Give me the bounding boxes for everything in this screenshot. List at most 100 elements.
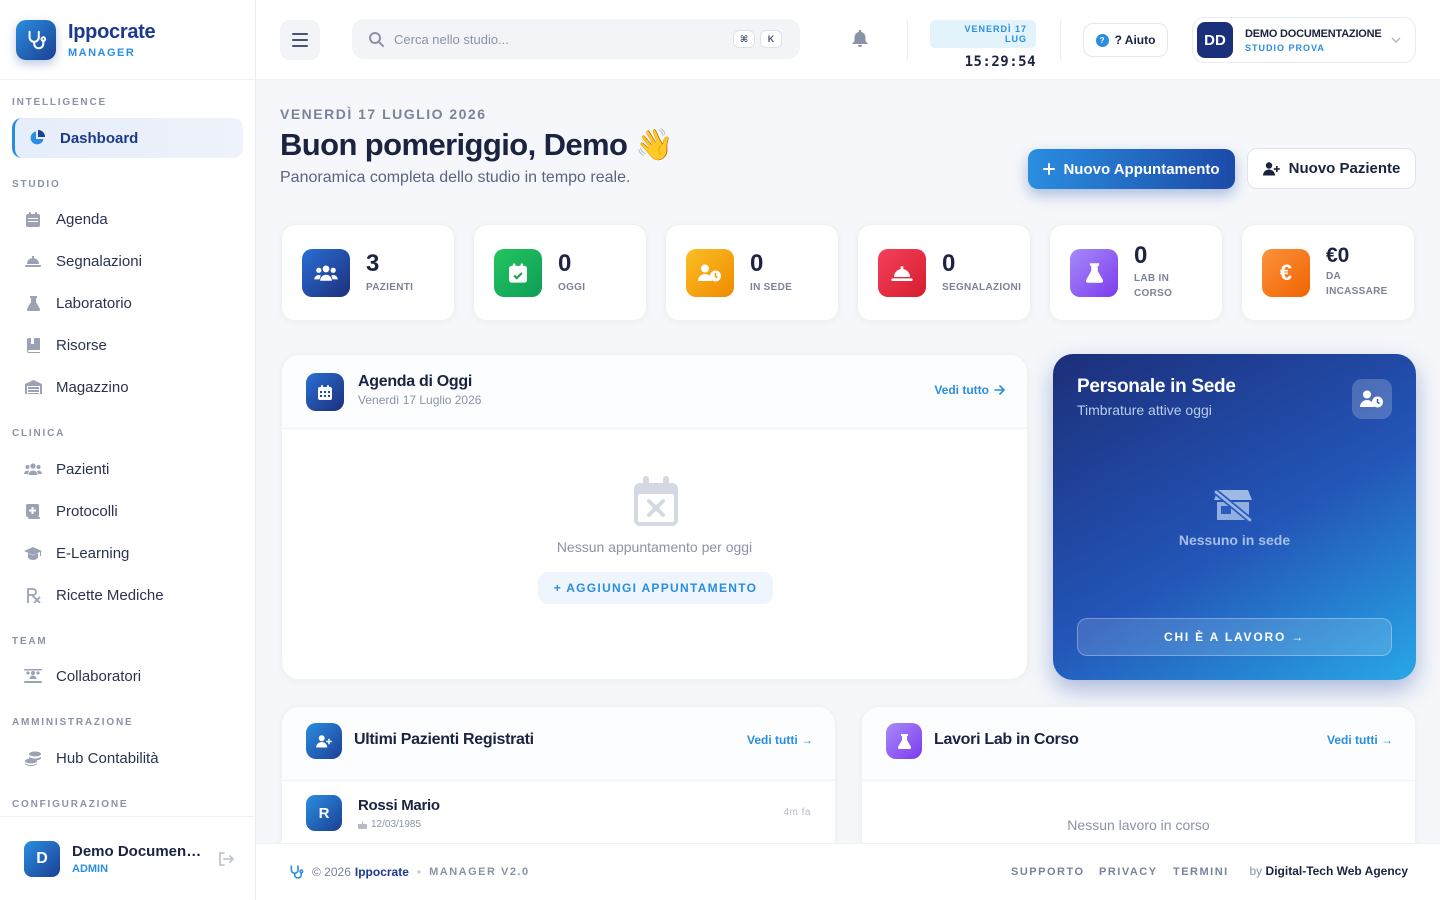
sidebar-item-label: Segnalazioni [56, 252, 142, 270]
staff-title: Personale in Sede [1077, 376, 1236, 397]
menu-button[interactable] [280, 20, 320, 60]
stat-value: 0 [1134, 242, 1148, 269]
notes-medical-icon [24, 502, 42, 520]
sidebar-item-label: Collaboratori [56, 667, 142, 685]
user-plus-icon [306, 723, 342, 759]
chevron-down-icon [1391, 37, 1401, 43]
chart-pie-icon [28, 129, 46, 147]
footer-version: MANAGER V2.0 [429, 866, 530, 878]
footer-agency[interactable]: Digital-Tech Web Agency [1266, 864, 1408, 878]
help-button[interactable]: ? ? Aiuto [1083, 23, 1168, 57]
stat-label: SEGNALAZIONI [942, 282, 1022, 293]
sidebar-item-hub-contabilita[interactable]: Hub Contabilità [12, 738, 243, 778]
stat-card-oggi[interactable]: 0 OGGI [473, 224, 647, 321]
greeting-date: VENERDÌ 17 LUGLIO 2026 [280, 106, 487, 122]
patients-view-all-link[interactable]: Vedi tutti → [747, 733, 813, 747]
arrow-right-icon [994, 385, 1005, 395]
prescription-icon [24, 586, 42, 604]
sidebar-item-label: Pazienti [56, 460, 110, 478]
flask-icon [1070, 249, 1118, 297]
stat-card-da-incassare[interactable]: € €0 DA INCASSARE [1241, 224, 1415, 321]
sidebar-item-collaboratori[interactable]: Collaboratori [12, 656, 243, 696]
staff-subtitle: Timbrature attive oggi [1077, 402, 1212, 418]
sidebar-user[interactable]: D Demo Documentazione ADMIN [0, 816, 256, 900]
users-rectangle-icon [24, 667, 42, 685]
avatar: D [24, 840, 60, 877]
sidebar-item-label: Dashboard [60, 129, 139, 147]
brand-name: Ippocrate [68, 20, 156, 43]
user-role: ADMIN [72, 862, 109, 875]
question-icon: ? [1095, 33, 1109, 47]
new-appointment-button[interactable]: Nuovo Appuntamento [1028, 149, 1235, 189]
sidebar-item-label: Hub Contabilità [56, 749, 159, 767]
calendar-check-icon [494, 249, 542, 297]
help-label: ? Aiuto [1114, 33, 1156, 47]
table-row[interactable]: R Rossi Mario 12/03/1985 4m fa [282, 781, 835, 851]
sidebar-item-risorse[interactable]: Risorse [12, 325, 243, 365]
avatar: DD [1197, 22, 1233, 58]
footer-link-privacy[interactable]: PRIVACY [1099, 866, 1158, 878]
sidebar-item-segnalazioni[interactable]: Segnalazioni [12, 241, 243, 281]
sidebar-item-e-learning[interactable]: E-Learning [12, 533, 243, 573]
sidebar-item-ricette-mediche[interactable]: Ricette Mediche [12, 575, 243, 615]
clock: VENERDÌ 17 LUG 15:29:54 [930, 20, 1036, 70]
logout-icon[interactable] [218, 851, 234, 866]
new-patient-button[interactable]: Nuovo Paziente [1247, 148, 1416, 189]
staff-empty-text: Nessuno in sede [1178, 532, 1291, 548]
nav-section-configurazione: CONFIGURAZIONE [12, 799, 129, 810]
sidebar-item-protocolli[interactable]: Protocolli [12, 491, 243, 531]
coins-icon [24, 749, 42, 767]
footer: © 2026 Ippocrate • MANAGER V2.0 SUPPORTO… [256, 843, 1440, 900]
sidebar-item-laboratorio[interactable]: Laboratorio [12, 283, 243, 323]
profile-menu[interactable]: DD DEMO DOCUMENTAZIONE STUDIO PROVA [1192, 17, 1416, 63]
patient-birthdate-value: 12/03/1985 [371, 819, 422, 830]
sidebar-item-label: Risorse [56, 336, 107, 354]
stat-value: 0 [558, 250, 572, 277]
lab-view-all-link[interactable]: Vedi tutti → [1327, 733, 1393, 747]
agenda-view-all-link[interactable]: Vedi tutto [934, 383, 1005, 397]
nav-section-studio: STUDIO [12, 179, 61, 190]
stat-card-in-sede[interactable]: 0 IN SEDE [665, 224, 839, 321]
users-icon [24, 460, 42, 478]
bell-concierge-icon [24, 252, 42, 270]
footer-link-termini[interactable]: TERMINI [1173, 866, 1229, 878]
new-patient-label: Nuovo Paziente [1288, 160, 1401, 177]
agenda-card-header: Agenda di Oggi Venerdì 17 Luglio 2026 Ve… [282, 355, 1027, 429]
plus-icon [1043, 163, 1056, 175]
patient-name: Rossi Mario [358, 797, 440, 814]
sidebar-item-label: Laboratorio [56, 294, 132, 312]
euro-icon: € [1262, 249, 1310, 297]
stat-value: 0 [750, 250, 764, 277]
who-is-working-button[interactable]: CHI È A LAVORO → [1077, 618, 1392, 656]
hamburger-icon [292, 33, 308, 47]
graduation-cap-icon [24, 544, 42, 562]
page-title: Buon pomeriggio, Demo 👋 [280, 127, 674, 162]
agenda-link-label: Vedi tutto [934, 383, 989, 397]
user-plus-icon [1262, 161, 1281, 176]
shortcut-k-key: K [760, 30, 782, 48]
users-icon [302, 249, 350, 297]
add-appointment-button[interactable]: + AGGIUNGI APPUNTAMENTO [538, 572, 773, 604]
nav-section-clinica: CLINICA [12, 428, 66, 439]
footer-credit: by Digital-Tech Web Agency [1250, 864, 1409, 878]
search-input[interactable] [394, 31, 714, 47]
stat-card-segnalazioni[interactable]: 0 SEGNALAZIONI [857, 224, 1031, 321]
footer-link-supporto[interactable]: SUPPORTO [1011, 866, 1085, 878]
avatar: R [306, 795, 342, 831]
sidebar-item-label: Magazzino [56, 378, 129, 396]
recent-patients-title: Ultimi Pazienti Registrati [354, 731, 534, 748]
sidebar-item-magazzino[interactable]: Magazzino [12, 367, 243, 407]
notifications-bell-icon[interactable] [852, 30, 868, 48]
nav-section-team: TEAM [12, 636, 48, 647]
brand[interactable]: Ippocrate MANAGER [0, 0, 255, 80]
sidebar-item-dashboard[interactable]: Dashboard [12, 118, 243, 158]
sidebar-item-pazienti[interactable]: Pazienti [12, 449, 243, 489]
stat-card-pazienti[interactable]: 3 PAZIENTI [281, 224, 455, 321]
stat-card-lab-in-corso[interactable]: 0 LAB IN CORSO [1049, 224, 1223, 321]
stethoscope-icon [288, 864, 304, 880]
sidebar-item-agenda[interactable]: Agenda [12, 199, 243, 239]
calendar-xmark-icon [634, 476, 678, 526]
cake-icon [358, 820, 367, 829]
lab-works-title: Lavori Lab in Corso [934, 731, 1079, 748]
patient-birthdate: 12/03/1985 [358, 819, 421, 830]
